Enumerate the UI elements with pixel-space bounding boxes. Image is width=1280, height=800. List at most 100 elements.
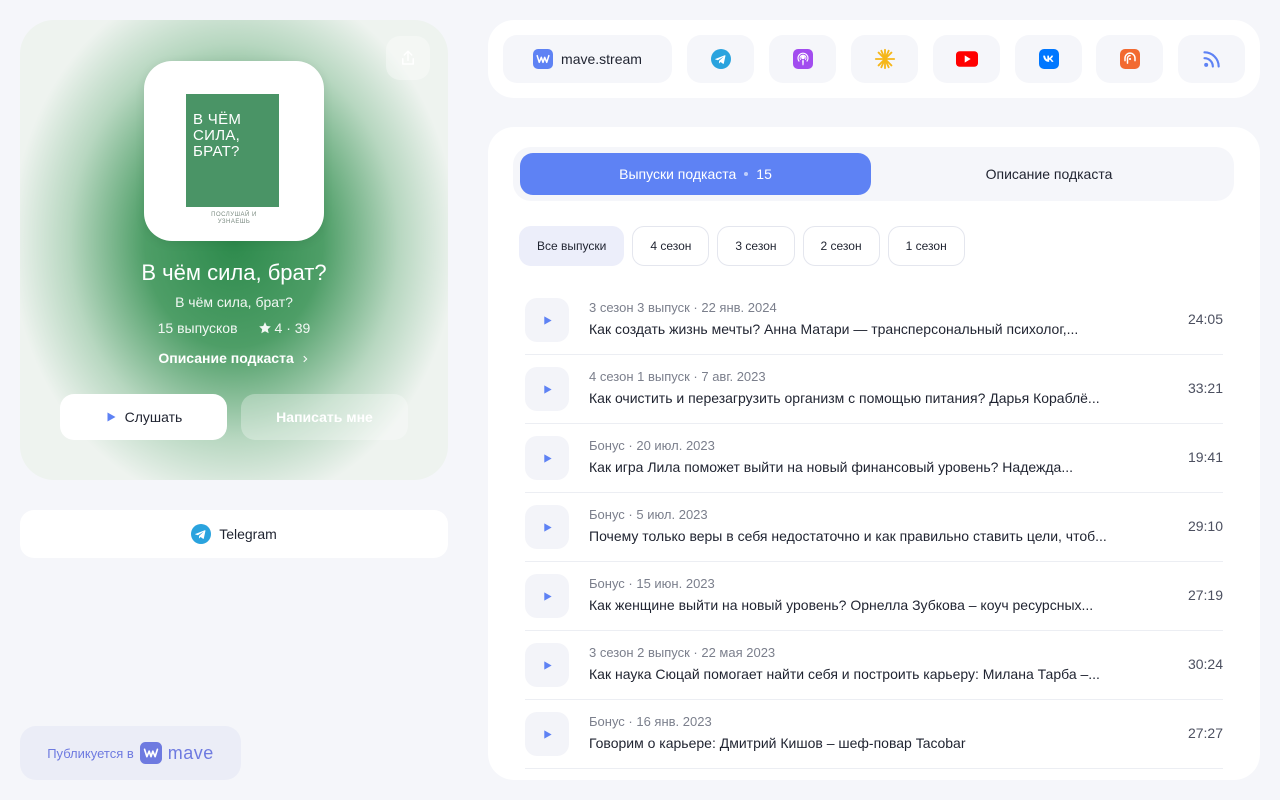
episodes-panel: Выпуски подкаста 15 Описание подкаста Вс… xyxy=(488,127,1260,780)
tab-episodes-count: 15 xyxy=(756,166,772,182)
tab-description[interactable]: Описание подкаста xyxy=(871,153,1227,195)
episode-row[interactable]: 3 сезон 3 выпуск · 22 янв. 2024 Как созд… xyxy=(525,286,1223,355)
published-in-badge[interactable]: Публикуется в mave xyxy=(20,726,241,780)
episode-meta: Бонус · 16 янв. 2023 xyxy=(589,714,712,729)
season-filter-1[interactable]: 1 сезон xyxy=(887,226,965,266)
episode-row[interactable]: Бонус · 5 июл. 2023 Почему только веры в… xyxy=(525,493,1223,562)
episode-row[interactable]: Бонус · 20 июл. 2023 Как игра Лила помож… xyxy=(525,424,1223,493)
play-icon xyxy=(543,384,552,394)
platform-vk[interactable] xyxy=(1015,35,1082,83)
season-filter-3[interactable]: 3 сезон xyxy=(717,226,795,266)
platform-apple-podcasts[interactable] xyxy=(769,35,836,83)
content-tabs: Выпуски подкаста 15 Описание подкаста xyxy=(513,147,1234,201)
listen-button-label: Слушать xyxy=(124,409,183,425)
episode-duration: 24:05 xyxy=(1187,311,1223,327)
episode-duration: 19:41 xyxy=(1187,449,1223,465)
cover-subtext-line: УЗНАЕШЬ xyxy=(217,219,251,225)
cover-text-line: В ЧЁМ xyxy=(193,111,242,128)
description-link[interactable]: Описание подкаста xyxy=(20,350,448,366)
vk-icon xyxy=(1038,49,1059,69)
mave-logo-icon xyxy=(139,742,162,764)
episode-meta: Бонус · 20 июл. 2023 xyxy=(589,438,715,453)
mave-wordmark: mave xyxy=(167,742,214,763)
episode-row[interactable]: 3 сезон 2 выпуск · 22 мая 2023 Как наука… xyxy=(525,631,1223,700)
episode-title[interactable]: Как женщине выйти на новый уровень? Орне… xyxy=(589,597,1154,613)
published-in-label: Публикуется в xyxy=(47,745,134,761)
episode-meta: 4 сезон 1 выпуск · 7 авг. 2023 xyxy=(589,369,766,384)
platform-youtube[interactable] xyxy=(933,35,1000,83)
write-me-button[interactable]: Написать мне xyxy=(241,394,408,440)
apple-podcasts-icon xyxy=(792,49,813,69)
episode-row[interactable]: 4 сезон 1 выпуск · 7 авг. 2023 Как очист… xyxy=(525,355,1223,424)
season-filter-2[interactable]: 2 сезон xyxy=(802,226,880,266)
episode-row[interactable]: Бонус · 16 янв. 2023 Говорим о карьере: … xyxy=(525,700,1223,769)
episodes-count: 15 выпусков xyxy=(157,320,238,336)
separator-dot xyxy=(744,172,749,176)
castbox-icon xyxy=(1119,49,1140,69)
platform-links-bar: mave.stream xyxy=(488,20,1260,98)
telegram-link-card[interactable]: Telegram xyxy=(20,510,448,558)
episode-title[interactable]: Как очистить и перезагрузить организм с … xyxy=(589,390,1154,406)
episode-title[interactable]: Как наука Сюцай помогает найти себя и по… xyxy=(589,666,1154,682)
tab-description-label: Описание подкаста xyxy=(985,166,1113,182)
episode-row[interactable]: Бонус · 15 июн. 2023 Как женщине выйти н… xyxy=(525,562,1223,631)
platform-rss[interactable] xyxy=(1178,35,1245,83)
platform-mave-stream[interactable]: mave.stream xyxy=(503,35,672,83)
play-icon xyxy=(543,453,552,463)
telegram-link-label: Telegram xyxy=(219,526,277,542)
rating-value: 4 · 39 xyxy=(274,320,311,336)
episode-play-button[interactable] xyxy=(525,505,569,549)
cover-text-line: СИЛА, xyxy=(193,127,241,144)
rating: 4 · 39 xyxy=(258,320,311,336)
episode-meta: 3 сезон 2 выпуск · 22 мая 2023 xyxy=(589,645,776,660)
episode-play-button[interactable] xyxy=(525,712,569,756)
podcast-title: В чём сила, брат? xyxy=(141,260,327,285)
platform-yandex-music[interactable] xyxy=(851,35,918,83)
play-icon xyxy=(543,522,552,532)
episode-play-button[interactable] xyxy=(525,643,569,687)
episode-title[interactable]: Почему только веры в себя недостаточно и… xyxy=(589,528,1154,544)
share-button[interactable] xyxy=(386,36,430,80)
play-icon xyxy=(543,660,552,670)
write-me-button-label: Написать мне xyxy=(276,409,373,425)
episode-title[interactable]: Как игра Лила поможет выйти на новый фин… xyxy=(589,459,1154,475)
season-filter: Все выпуски 4 сезон 3 сезон 2 сезон 1 се… xyxy=(519,226,965,266)
episode-list: 3 сезон 3 выпуск · 22 янв. 2024 Как созд… xyxy=(525,286,1223,769)
description-link-label: Описание подкаста xyxy=(158,350,294,366)
episode-duration: 29:10 xyxy=(1187,518,1223,534)
podcast-cover: В ЧЁМ СИЛА, БРАТ? ПОСЛУШАЙ И УЗНАЕШЬ xyxy=(144,61,324,241)
season-filter-4[interactable]: 4 сезон xyxy=(632,226,710,266)
episode-meta: Бонус · 5 июл. 2023 xyxy=(589,507,708,522)
play-icon xyxy=(107,412,116,422)
telegram-icon xyxy=(710,49,731,69)
episode-play-button[interactable] xyxy=(525,574,569,618)
cover-art: В ЧЁМ СИЛА, БРАТ? xyxy=(186,94,279,207)
rss-icon xyxy=(1202,51,1220,68)
podcast-author: В чём сила, брат? xyxy=(175,294,293,310)
podcast-stats: 15 выпусков 4 · 39 xyxy=(20,320,448,336)
yandex-music-icon xyxy=(874,48,895,70)
cover-subtext-line: ПОСЛУШАЙ И xyxy=(211,212,257,218)
episode-title[interactable]: Говорим о карьере: Дмитрий Кишов – шеф-п… xyxy=(589,735,1154,751)
episode-title[interactable]: Как создать жизнь мечты? Анна Матари — т… xyxy=(589,321,1154,337)
listen-button[interactable]: Слушать xyxy=(60,394,227,440)
play-icon xyxy=(543,591,552,601)
podcast-hero-card: В ЧЁМ СИЛА, БРАТ? ПОСЛУШАЙ И УЗНАЕШЬ В ч… xyxy=(20,20,448,480)
episode-meta: Бонус · 15 июн. 2023 xyxy=(589,576,715,591)
episode-play-button[interactable] xyxy=(525,436,569,480)
share-icon xyxy=(402,50,414,65)
chevron-right-icon xyxy=(303,356,308,363)
telegram-icon xyxy=(191,524,212,544)
star-icon xyxy=(258,322,271,334)
tab-episodes-label: Выпуски подкаста xyxy=(619,166,737,182)
episode-duration: 33:21 xyxy=(1187,380,1223,396)
episode-duration: 30:24 xyxy=(1187,656,1223,672)
episode-duration: 27:27 xyxy=(1187,725,1223,741)
play-icon xyxy=(543,315,552,325)
season-filter-all[interactable]: Все выпуски xyxy=(519,226,625,266)
platform-telegram[interactable] xyxy=(687,35,754,83)
tab-episodes[interactable]: Выпуски подкаста 15 xyxy=(520,153,871,195)
episode-play-button[interactable] xyxy=(525,298,569,342)
episode-play-button[interactable] xyxy=(525,367,569,411)
platform-castbox[interactable] xyxy=(1096,35,1163,83)
